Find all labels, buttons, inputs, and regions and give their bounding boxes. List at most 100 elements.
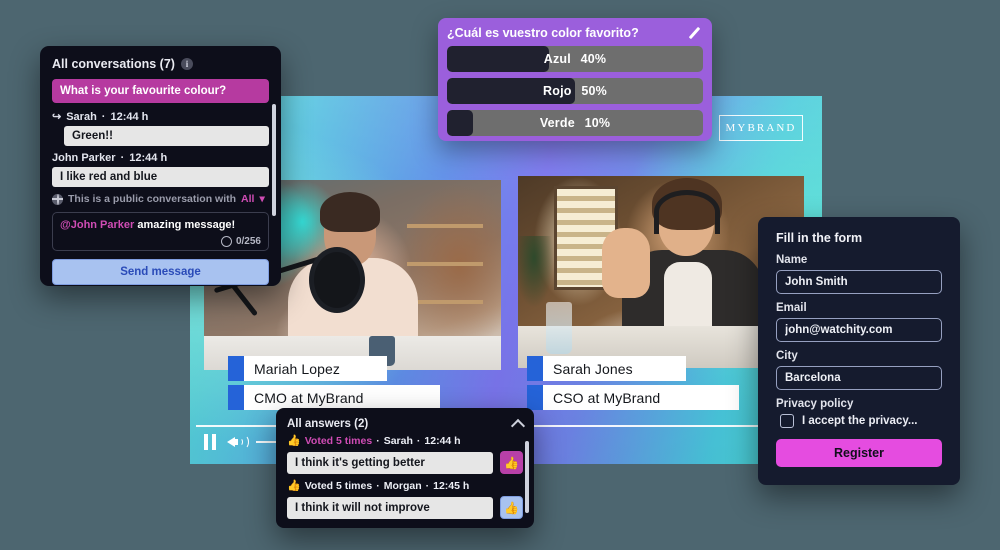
speaker-role-tag-1: CMO at MyBrand [228, 385, 440, 410]
answer-text: I think it will not improve [287, 496, 493, 519]
answer-row-1: I think it's getting better 👍 [287, 451, 523, 474]
composer-body: amazing message! [137, 219, 236, 231]
city-label: City [776, 350, 798, 362]
answers-header: All answers (2) [287, 417, 526, 434]
scene-microphone [314, 252, 360, 308]
scene-water-glass [546, 302, 572, 354]
poll-option-text: Verde [539, 116, 575, 130]
message-time: 12:44 h [110, 110, 149, 123]
poll-option-1[interactable]: Azul 40% [447, 46, 703, 72]
answer-text: I think it's getting better [287, 451, 493, 474]
visibility-value[interactable]: All [241, 193, 254, 205]
answers-scrollbar[interactable] [525, 441, 529, 513]
speaker-name: Sarah Jones [553, 360, 633, 377]
chat-scrollbar[interactable] [272, 104, 276, 216]
thumbs-up-icon: 👍 [287, 434, 301, 447]
poll-widget: ¿Cuál es vuestro color favorito? Azul 40… [438, 18, 712, 141]
volume-icon[interactable] [227, 434, 249, 450]
poll-option-3-label: Verde 10% [540, 116, 610, 130]
email-field[interactable] [776, 318, 942, 342]
poll-option-3-fill [447, 110, 473, 136]
conversations-header: All conversations (7) i [52, 57, 269, 71]
privacy-policy-label: Privacy policy [776, 398, 854, 410]
scene-waving-hand [602, 228, 650, 298]
reply-icon: ↩ [52, 111, 62, 123]
role-tag-accent-bar [228, 385, 244, 410]
answer-separator: · [416, 435, 421, 447]
visibility-label: This is a public conversation with [68, 193, 237, 205]
composer-footer: 0/256 [60, 236, 261, 247]
poll-option-2[interactable]: Rojo 50% [447, 78, 703, 104]
send-message-button[interactable]: Send message [52, 259, 269, 285]
chat-message-bubble: Green!! [64, 126, 269, 146]
scene-headset [654, 190, 720, 234]
answer-author: Sarah [383, 435, 413, 447]
speaker-role: CSO at MyBrand [553, 389, 661, 406]
chat-question-banner: What is your favourite colour? [52, 79, 269, 103]
conversation-visibility-row: This is a public conversation with All ▾ [52, 193, 269, 205]
answer-votes: Voted 5 times [304, 480, 373, 492]
poll-option-text: Rojo [543, 84, 572, 98]
conversations-title: All conversations (7) [52, 57, 175, 71]
register-button[interactable]: Register [776, 439, 942, 467]
registration-form: Fill in the form Name Email City Privacy… [758, 217, 960, 485]
message-separator: · [101, 110, 106, 123]
info-icon[interactable]: i [180, 58, 193, 70]
poll-option-text: Azul [543, 52, 571, 66]
message-meta-2: John Parker · 12:44 h [52, 152, 269, 164]
name-field[interactable] [776, 270, 942, 294]
message-author: Sarah [66, 110, 97, 123]
city-field[interactable] [776, 366, 942, 390]
email-label: Email [776, 302, 807, 314]
pause-icon[interactable] [204, 434, 218, 450]
scene-shelf [407, 224, 483, 342]
answer-meta-1: 👍 Voted 5 times · Sarah · 12:44 h [287, 435, 523, 447]
speaker-role: CMO at MyBrand [254, 389, 364, 406]
pencil-icon[interactable] [689, 26, 703, 40]
speaker-name-tag-1: Mariah Lopez [228, 356, 387, 381]
chat-message-bubble: I like red and blue [52, 167, 269, 187]
name-label: Name [776, 254, 808, 266]
emoji-icon[interactable] [220, 236, 232, 247]
poll-header: ¿Cuál es vuestro color favorito? [447, 26, 703, 40]
message-separator: · [120, 152, 125, 164]
thumbs-up-button[interactable]: 👍 [500, 496, 523, 519]
character-counter: 0/256 [235, 236, 261, 247]
poll-option-1-label: Azul 40% [544, 52, 607, 66]
privacy-consent-text: I accept the privacy... [802, 415, 918, 427]
scene-hair [320, 192, 380, 232]
thumbs-up-button[interactable]: 👍 [500, 451, 523, 474]
privacy-checkbox[interactable] [780, 414, 794, 428]
poll-option-percent: 10% [584, 116, 611, 130]
poll-option-percent: 50% [581, 84, 607, 98]
answer-row-2: I think it will not improve 👍 [287, 496, 523, 519]
composer-text-line: @John Parker amazing message! [60, 219, 261, 231]
poll-question: ¿Cuál es vuestro color favorito? [447, 26, 639, 40]
role-tag-accent-bar [527, 385, 543, 410]
scene-plant [518, 236, 554, 308]
speaker-role-tag-2: CSO at MyBrand [527, 385, 739, 410]
answer-separator: · [425, 480, 430, 492]
answers-panel: All answers (2) 👍 Voted 5 times · Sarah … [276, 408, 534, 528]
message-author: John Parker [52, 152, 116, 164]
form-title: Fill in the form [776, 231, 863, 245]
chevron-down-icon[interactable]: ▾ [259, 193, 264, 205]
answer-time: 12:45 h [433, 480, 470, 492]
name-tag-accent-bar [228, 356, 244, 381]
name-tag-accent-bar [527, 356, 543, 381]
poll-option-3[interactable]: Verde 10% [447, 110, 703, 136]
screen-root: MYBRAND Mariah Lopez CMO at MyBrand Sara… [0, 0, 1000, 550]
message-time: 12:44 h [129, 152, 168, 164]
answer-separator: · [376, 480, 380, 492]
brand-logo: MYBRAND [719, 115, 803, 141]
conversations-panel: All conversations (7) i What is your fav… [40, 46, 281, 286]
answer-author: Morgan [383, 480, 422, 492]
composer-mention: @John Parker [60, 219, 135, 231]
message-meta-1: ↩ Sarah · 12:44 h [52, 110, 269, 124]
chevron-up-icon[interactable] [510, 418, 526, 434]
message-composer[interactable]: @John Parker amazing message! 0/256 [52, 212, 269, 251]
poll-option-2-label: Rojo 50% [543, 84, 607, 98]
answer-meta-2: 👍 Voted 5 times · Morgan · 12:45 h [287, 480, 523, 492]
globe-icon [52, 193, 63, 205]
thumbs-up-icon: 👍 [287, 479, 301, 492]
